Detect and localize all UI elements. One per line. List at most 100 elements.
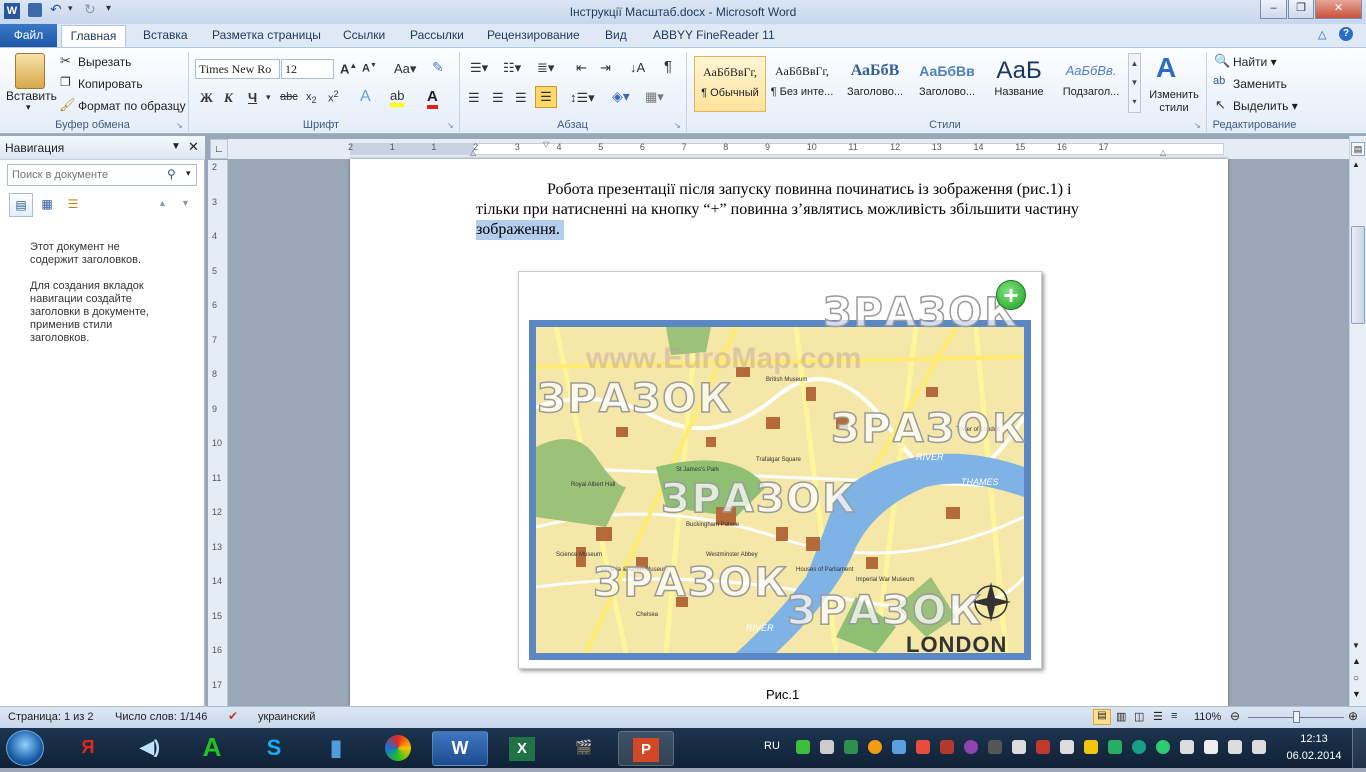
left-indent-marker[interactable]: △ (470, 148, 476, 157)
select-button[interactable]: Выделить ▾ (1233, 99, 1298, 113)
picasa-taskbar-icon[interactable] (370, 731, 426, 766)
tab-view[interactable]: Вид (605, 28, 627, 42)
page-count[interactable]: Страница: 1 из 2 (8, 711, 94, 723)
align-right-icon[interactable]: ☰ (515, 90, 527, 106)
search-dropdown-icon[interactable]: ▾ (186, 168, 191, 179)
decrease-indent-icon[interactable]: ⇤ (576, 60, 587, 76)
print-layout-icon[interactable]: ▤ (1093, 709, 1111, 725)
paste-icon[interactable] (15, 53, 45, 89)
grow-font-icon[interactable]: A▲ (340, 61, 357, 76)
bold-icon[interactable]: Ж (200, 90, 213, 106)
tray-icon[interactable] (796, 740, 810, 754)
increase-indent-icon[interactable]: ⇥ (600, 60, 611, 76)
headings-view-icon[interactable]: ▤ (9, 193, 33, 217)
styles-launcher-icon[interactable]: ↘ (1194, 121, 1201, 130)
multilevel-list-icon[interactable]: ≣▾ (537, 60, 554, 76)
tab-home[interactable]: Главная (61, 25, 126, 48)
subscript-icon[interactable]: x2 (306, 91, 317, 105)
tab-abbyy[interactable]: ABBYY FineReader 11 (653, 28, 775, 42)
volume-icon[interactable] (1252, 740, 1266, 754)
adobe-taskbar-icon[interactable]: A (184, 731, 240, 766)
zoom-level[interactable]: 110% (1194, 711, 1221, 723)
excel-taskbar-icon[interactable]: X (494, 731, 550, 766)
document-paragraph[interactable]: Робота презентації після запуску повинна… (476, 180, 1164, 240)
zoom-out-icon[interactable]: ⊖ (1230, 709, 1240, 723)
styles-gallery-scroll[interactable]: ▲ ▼ ▾ (1128, 53, 1141, 113)
tab-file[interactable]: Файл (0, 24, 57, 47)
line-spacing-icon[interactable]: ↕☰▾ (570, 90, 595, 106)
tray-icon[interactable] (1132, 740, 1146, 754)
zoom-slider-thumb[interactable] (1293, 711, 1300, 723)
powerpoint-taskbar-icon[interactable]: P (618, 731, 674, 766)
clear-format-icon[interactable]: ✎ (432, 59, 444, 76)
search-icon[interactable]: ⚲ (167, 167, 176, 181)
clock-date[interactable]: 06.02.2014 (1280, 750, 1348, 762)
tab-review[interactable]: Рецензирование (487, 28, 580, 42)
sort-icon[interactable]: ↓A (630, 60, 645, 75)
italic-icon[interactable]: К (224, 90, 233, 106)
map-picture[interactable]: www.EuroMap.com RIVER THAMES RIVER Royal… (518, 271, 1042, 669)
vertical-scrollbar[interactable]: ▤ ▲ ▼ ▲ ○ ▼ (1349, 136, 1366, 706)
volume-taskbar-icon[interactable]: ◀) (122, 731, 178, 766)
tray-icon[interactable] (1036, 740, 1050, 754)
align-center-icon[interactable]: ☰ (492, 90, 504, 106)
files-taskbar-icon[interactable]: ▮ (308, 731, 364, 766)
document-page[interactable]: Робота презентації після запуску повинна… (350, 159, 1228, 706)
tray-icon[interactable] (1084, 740, 1098, 754)
paste-button[interactable]: Вставить (6, 89, 57, 103)
next-result-icon[interactable]: ▼ (181, 198, 190, 208)
font-color-icon[interactable]: A (427, 88, 438, 109)
tray-icon[interactable] (988, 740, 1002, 754)
help-icon[interactable]: ? (1339, 27, 1353, 41)
replace-button[interactable]: Заменить (1233, 77, 1287, 91)
outline-icon[interactable]: ☰ (1153, 710, 1163, 723)
scroll-up-icon[interactable]: ▲ (1352, 160, 1360, 169)
skype-taskbar-icon[interactable]: S (246, 731, 302, 766)
cut-button[interactable]: Вырезать (78, 55, 131, 69)
shading-icon[interactable]: ◈▾ (612, 88, 630, 105)
tray-icon[interactable] (1108, 740, 1122, 754)
web-layout-icon[interactable]: ◫ (1134, 710, 1144, 723)
tray-icon[interactable] (844, 740, 858, 754)
network-icon[interactable] (1228, 740, 1242, 754)
close-button[interactable]: ✕ (1315, 0, 1362, 19)
clipboard-launcher-icon[interactable]: ↘ (176, 121, 183, 130)
browse-object-icon[interactable]: ○ (1353, 673, 1359, 684)
tray-icon[interactable] (1156, 740, 1170, 754)
underline-dropdown-icon[interactable]: ▾ (266, 92, 271, 103)
tab-insert[interactable]: Вставка (143, 28, 188, 42)
full-screen-icon[interactable]: ▥ (1116, 710, 1126, 723)
change-styles-icon[interactable]: A (1156, 52, 1176, 84)
usb-icon[interactable] (1204, 740, 1218, 754)
start-button[interactable] (6, 730, 44, 766)
nav-close-icon[interactable]: ✕ (188, 139, 199, 155)
next-page-icon[interactable]: ▼ (1352, 689, 1361, 699)
tray-icon[interactable] (820, 740, 834, 754)
minimize-ribbon-icon[interactable]: △ (1318, 28, 1326, 41)
tray-icon[interactable] (1060, 740, 1074, 754)
tab-mailings[interactable]: Рассылки (410, 28, 464, 42)
right-indent-marker[interactable]: △ (1160, 148, 1166, 157)
show-desktop-button[interactable] (1352, 728, 1366, 768)
prev-page-icon[interactable]: ▲ (1352, 656, 1361, 666)
word-taskbar-icon[interactable]: W (432, 731, 488, 766)
style-subtitle[interactable]: АаБбВв. Подзагол... (1056, 56, 1126, 112)
language-indicator[interactable]: украинский (258, 711, 315, 723)
font-launcher-icon[interactable]: ↘ (447, 121, 454, 130)
tab-selector[interactable]: ∟ (210, 139, 228, 159)
draft-icon[interactable]: ≡ (1171, 710, 1177, 722)
prev-result-icon[interactable]: ▲ (158, 198, 167, 208)
align-left-icon[interactable]: ☰ (468, 90, 480, 106)
style-no-spacing[interactable]: АаБбВвГг, ¶ Без инте... (767, 56, 837, 112)
results-view-icon[interactable]: ☰ (61, 193, 85, 217)
format-painter-button[interactable]: Формат по образцу (78, 99, 186, 113)
tray-icon[interactable] (1012, 740, 1026, 754)
tray-icon[interactable] (916, 740, 930, 754)
tab-references[interactable]: Ссылки (343, 28, 385, 42)
yandex-taskbar-icon[interactable]: Я (60, 731, 116, 766)
style-normal[interactable]: АаБбВвГг, ¶ Обычный (694, 56, 766, 112)
paste-dropdown-icon[interactable]: ▾ (26, 102, 31, 113)
tab-page-layout[interactable]: Разметка страницы (212, 28, 321, 42)
clock-time[interactable]: 12:13 (1284, 733, 1344, 745)
tray-icon[interactable] (892, 740, 906, 754)
